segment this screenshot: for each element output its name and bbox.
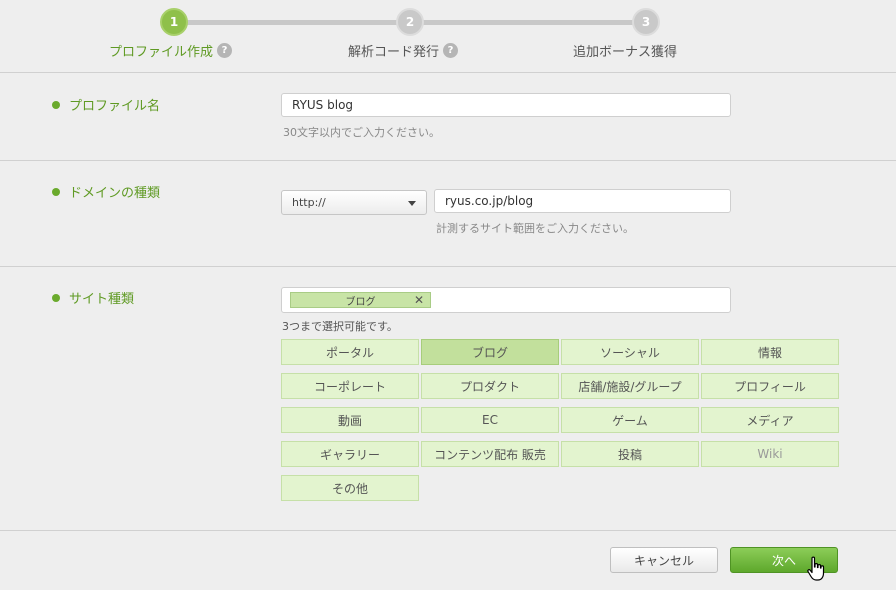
step-label-text: プロファイル作成	[109, 45, 214, 60]
category-information[interactable]: 情報	[701, 339, 839, 365]
category-other[interactable]: その他	[281, 475, 419, 501]
step-3-label: 追加ボーナス獲得	[573, 41, 677, 60]
category-store-facility-group[interactable]: 店舗/施設/グループ	[561, 373, 699, 399]
step-connector	[174, 20, 410, 25]
help-icon[interactable]: ?	[217, 43, 233, 58]
category-gallery[interactable]: ギャラリー	[281, 441, 419, 467]
category-portal[interactable]: ポータル	[281, 339, 419, 365]
category-blog[interactable]: ブログ	[421, 339, 559, 365]
bullet-icon	[52, 100, 60, 109]
progress-stepper: 1 2 3 プロファイル作成 ? 解析コード発行 ? 追加ボーナス獲得	[0, 0, 896, 72]
site-type-hint: 3つまで選択可能です。	[282, 320, 398, 333]
category-ec[interactable]: EC	[421, 407, 559, 433]
close-icon[interactable]: ✕	[414, 293, 424, 307]
category-posting[interactable]: 投稿	[561, 441, 699, 467]
step-2-indicator: 2	[396, 8, 424, 36]
category-corporate[interactable]: コーポレート	[281, 373, 419, 399]
step-connector	[410, 20, 646, 25]
bullet-icon	[52, 187, 60, 196]
section-divider	[0, 266, 896, 267]
protocol-select-value: http://	[292, 196, 326, 209]
protocol-select[interactable]: http://	[281, 190, 427, 215]
category-social[interactable]: ソーシャル	[561, 339, 699, 365]
site-type-label-text: サイト種類	[69, 292, 135, 307]
profile-name-label: プロファイル名	[52, 95, 160, 114]
category-product[interactable]: プロダクト	[421, 373, 559, 399]
profile-name-hint: 30文字以内でご入力ください。	[283, 126, 440, 139]
bullet-icon	[52, 293, 60, 302]
category-wiki[interactable]: Wiki	[701, 441, 839, 467]
cancel-button[interactable]: キャンセル	[610, 547, 718, 573]
profile-name-label-text: プロファイル名	[69, 99, 161, 114]
chevron-down-icon	[408, 201, 416, 206]
step-number: 1	[169, 15, 179, 29]
step-label-text: 追加ボーナス獲得	[573, 45, 678, 60]
domain-type-label: ドメインの種類	[52, 182, 160, 201]
step-1-indicator: 1	[160, 8, 188, 36]
category-profile[interactable]: プロフィール	[701, 373, 839, 399]
section-divider	[0, 72, 896, 73]
step-number: 3	[641, 15, 651, 29]
site-type-tag-input[interactable]: ブログ ✕	[281, 287, 731, 313]
category-video[interactable]: 動画	[281, 407, 419, 433]
domain-type-label-text: ドメインの種類	[69, 186, 161, 201]
hand-cursor-icon	[807, 556, 825, 581]
step-label-text: 解析コード発行	[348, 45, 440, 60]
site-type-label: サイト種類	[52, 288, 134, 307]
step-2-label: 解析コード発行 ?	[348, 41, 459, 60]
domain-hint: 計測するサイト範囲をご入力ください。	[436, 222, 634, 235]
domain-input[interactable]: ryus.co.jp/blog	[434, 189, 731, 213]
section-divider	[0, 530, 896, 531]
section-divider	[0, 160, 896, 161]
selected-tag: ブログ ✕	[290, 292, 431, 308]
selected-tag-label: ブログ	[345, 296, 376, 308]
step-3-indicator: 3	[632, 8, 660, 36]
step-1-label: プロファイル作成 ?	[109, 41, 233, 60]
step-number: 2	[405, 15, 415, 29]
profile-name-input[interactable]: RYUS blog	[281, 93, 731, 117]
category-media[interactable]: メディア	[701, 407, 839, 433]
category-game[interactable]: ゲーム	[561, 407, 699, 433]
help-icon[interactable]: ?	[443, 43, 459, 58]
category-content-distribution-sales[interactable]: コンテンツ配布 販売	[421, 441, 559, 467]
